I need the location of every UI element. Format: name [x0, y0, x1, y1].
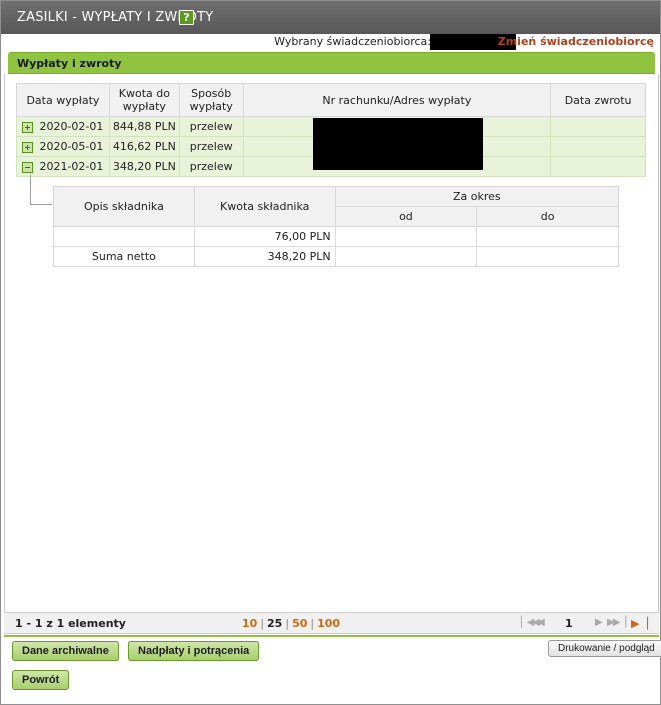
app-window: ZASILKI - WYPŁATY I ZWROTY ? Wybrany świ…	[0, 0, 661, 705]
page-size-selector: 10 | 25 | 50 | 100	[242, 617, 341, 630]
back-button[interactable]: Powrót	[12, 670, 70, 690]
overpayments-button[interactable]: Nadpłaty i potrącenia	[128, 641, 260, 661]
component-desc-cell	[53, 226, 195, 247]
table-row: Suma netto 348,20 PLN	[53, 246, 619, 267]
last-page-icon[interactable]: ▶▶▕	[607, 617, 626, 628]
column-header-amount[interactable]: Kwota do wypłaty	[108, 83, 180, 117]
current-page-number: 1	[565, 617, 573, 630]
account-number-redacted	[313, 118, 483, 170]
table-row: 76,00 PLN	[53, 226, 619, 247]
page-navigation: ▏◀◀ ◀ 1 ▶ ▶▶▕ ▶▕	[521, 617, 651, 631]
return-date-cell	[550, 136, 646, 157]
period-from-cell	[334, 246, 478, 267]
amount-cell: 844,88 PLN	[108, 116, 180, 137]
expand-plus-icon[interactable]	[22, 121, 34, 133]
period-from-cell	[334, 226, 478, 247]
column-header-account[interactable]: Nr rachunku/Adres wypłaty	[242, 83, 552, 117]
last-page-highlight-icon[interactable]: ▶▕	[631, 617, 648, 630]
return-date-cell	[550, 116, 646, 137]
method-cell: przelew	[178, 116, 244, 137]
bottom-separator	[4, 635, 659, 637]
pager-bar: 1 - 1 z 1 elementy 10 | 25 | 50 | 100 ▏◀◀ ◀ 1 …	[4, 612, 659, 634]
item-count: 1 - 1 z 1 elementy	[15, 617, 126, 630]
archive-data-button[interactable]: Dane archiwalne	[12, 641, 119, 661]
column-header-component-amount[interactable]: Kwota składnika	[193, 186, 336, 227]
column-header-method[interactable]: Sposób wypłaty	[178, 83, 244, 117]
column-header-return-date[interactable]: Data zwrotu	[550, 83, 646, 117]
page-size-option[interactable]: 50	[292, 617, 307, 630]
method-cell: przelew	[178, 156, 244, 177]
column-header-period-from[interactable]: od	[334, 206, 478, 227]
page-size-option[interactable]: 100	[317, 617, 340, 630]
title-bar: ZASILKI - WYPŁATY I ZWROTY ?	[1, 1, 660, 34]
tree-connector	[30, 175, 52, 205]
next-page-icon[interactable]: ▶	[595, 617, 603, 628]
period-to-cell	[476, 246, 619, 267]
prev-page-icon[interactable]: ◀	[537, 617, 545, 628]
payment-date-cell: 2020-05-01	[16, 136, 110, 157]
panel-title: Wypłaty i zwroty	[17, 57, 122, 70]
beneficiary-bar: Wybrany świadczeniobiorca: Zmień świadcz…	[254, 34, 654, 50]
collapse-minus-icon[interactable]	[22, 161, 34, 173]
amount-cell: 416,62 PLN	[108, 136, 180, 157]
payment-date: 2021-02-01	[39, 160, 104, 173]
components-table: Opis składnika Kwota składnika Za okres …	[53, 186, 620, 267]
change-beneficiary-link[interactable]: Zmień świadczeniobiorcę	[498, 35, 654, 48]
print-preview-button[interactable]: Drukowanie / podgląd	[548, 640, 661, 657]
help-icon[interactable]: ?	[179, 10, 194, 25]
component-desc-cell: Suma netto	[53, 246, 195, 267]
return-date-cell	[550, 156, 646, 177]
column-header-period-to[interactable]: do	[476, 206, 619, 227]
component-amount-cell: 348,20 PLN	[193, 246, 336, 267]
amount-cell: 348,20 PLN	[108, 156, 180, 177]
column-header-component-desc[interactable]: Opis składnika	[53, 186, 195, 227]
component-amount-cell: 76,00 PLN	[193, 226, 336, 247]
payment-date: 2020-05-01	[39, 140, 104, 153]
page-size-option-active[interactable]: 25	[267, 617, 282, 630]
column-header-payment-date[interactable]: Data wypłaty	[16, 83, 110, 117]
payment-date: 2020-02-01	[39, 120, 104, 133]
period-to-cell	[476, 226, 619, 247]
first-page-icon[interactable]: ▏◀◀	[521, 617, 540, 628]
panel-header: Wypłaty i zwroty	[8, 52, 655, 74]
method-cell: przelew	[178, 136, 244, 157]
beneficiary-label: Wybrany świadczeniobiorca:	[274, 35, 431, 48]
expand-plus-icon[interactable]	[22, 141, 34, 153]
column-header-period: Za okres	[334, 186, 620, 207]
page-size-option[interactable]: 10	[242, 617, 257, 630]
payment-date-cell: 2021-02-01	[16, 156, 110, 177]
payment-date-cell: 2020-02-01	[16, 116, 110, 137]
